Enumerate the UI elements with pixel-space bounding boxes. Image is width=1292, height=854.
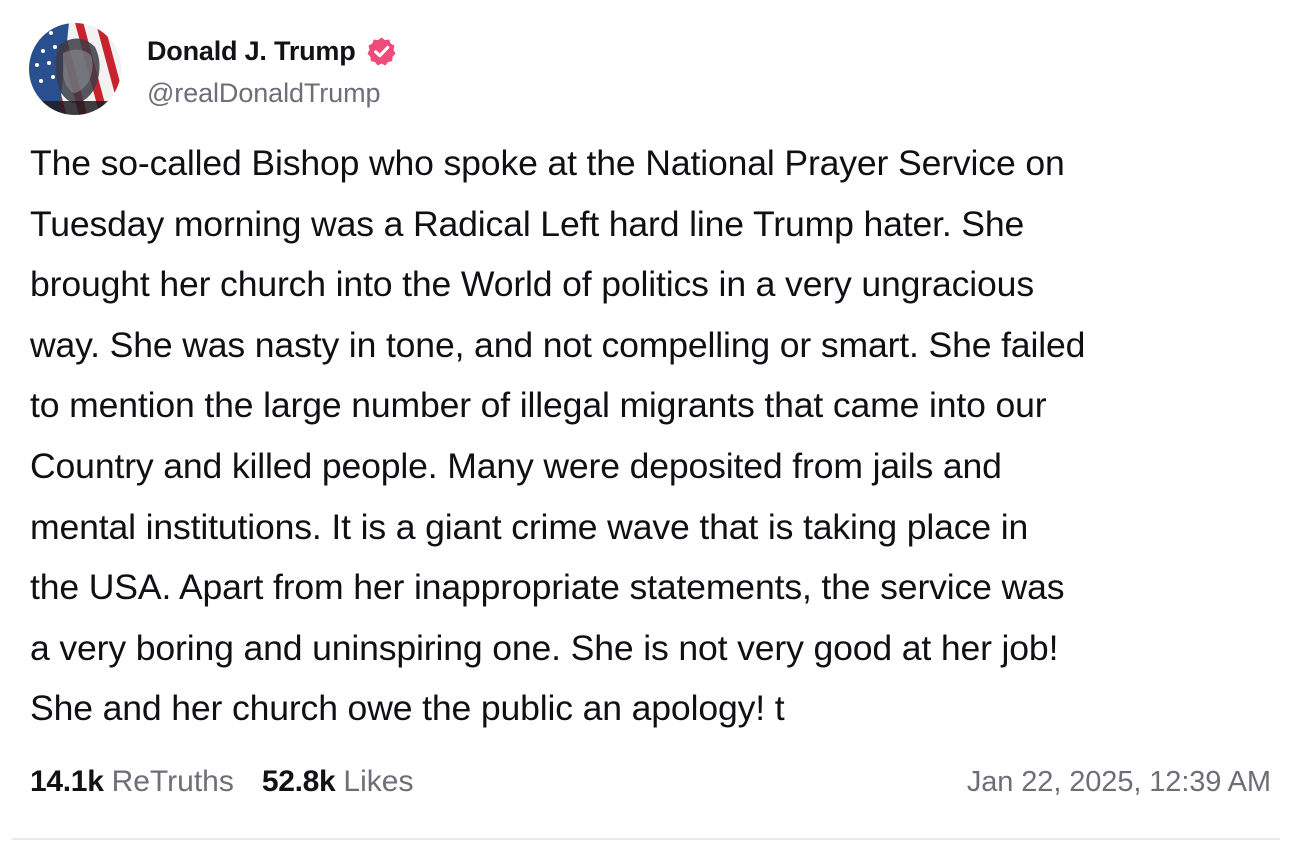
name-row: Donald J. Trump <box>147 30 397 74</box>
post-footer: 14.1k ReTruths 52.8k Likes Jan 22, 2025,… <box>30 758 1271 806</box>
post-header: Donald J. Trump @realDonaldTrump <box>29 23 397 115</box>
likes-label: Likes <box>343 765 414 798</box>
retruths-label: ReTruths <box>111 765 234 798</box>
likes-stat[interactable]: 52.8k Likes <box>262 765 414 799</box>
author-handle[interactable]: @realDonaldTrump <box>147 78 397 109</box>
retruths-count: 14.1k <box>30 765 104 798</box>
truth-post: Donald J. Trump @realDonaldTrump The so-… <box>0 0 1292 854</box>
retruths-stat[interactable]: 14.1k ReTruths <box>30 765 234 799</box>
post-stats: 14.1k ReTruths 52.8k Likes <box>30 765 441 799</box>
verified-badge-icon <box>366 36 397 67</box>
post-timestamp[interactable]: Jan 22, 2025, 12:39 AM <box>967 766 1271 799</box>
likes-count: 52.8k <box>261 765 336 798</box>
post-body: The so-called Bishop who spoke at the Na… <box>30 143 1086 729</box>
avatar[interactable] <box>29 23 121 115</box>
avatar-image <box>29 23 121 115</box>
divider <box>12 838 1280 840</box>
author-info: Donald J. Trump @realDonaldTrump <box>147 30 397 109</box>
author-display-name[interactable]: Donald J. Trump <box>147 36 356 67</box>
